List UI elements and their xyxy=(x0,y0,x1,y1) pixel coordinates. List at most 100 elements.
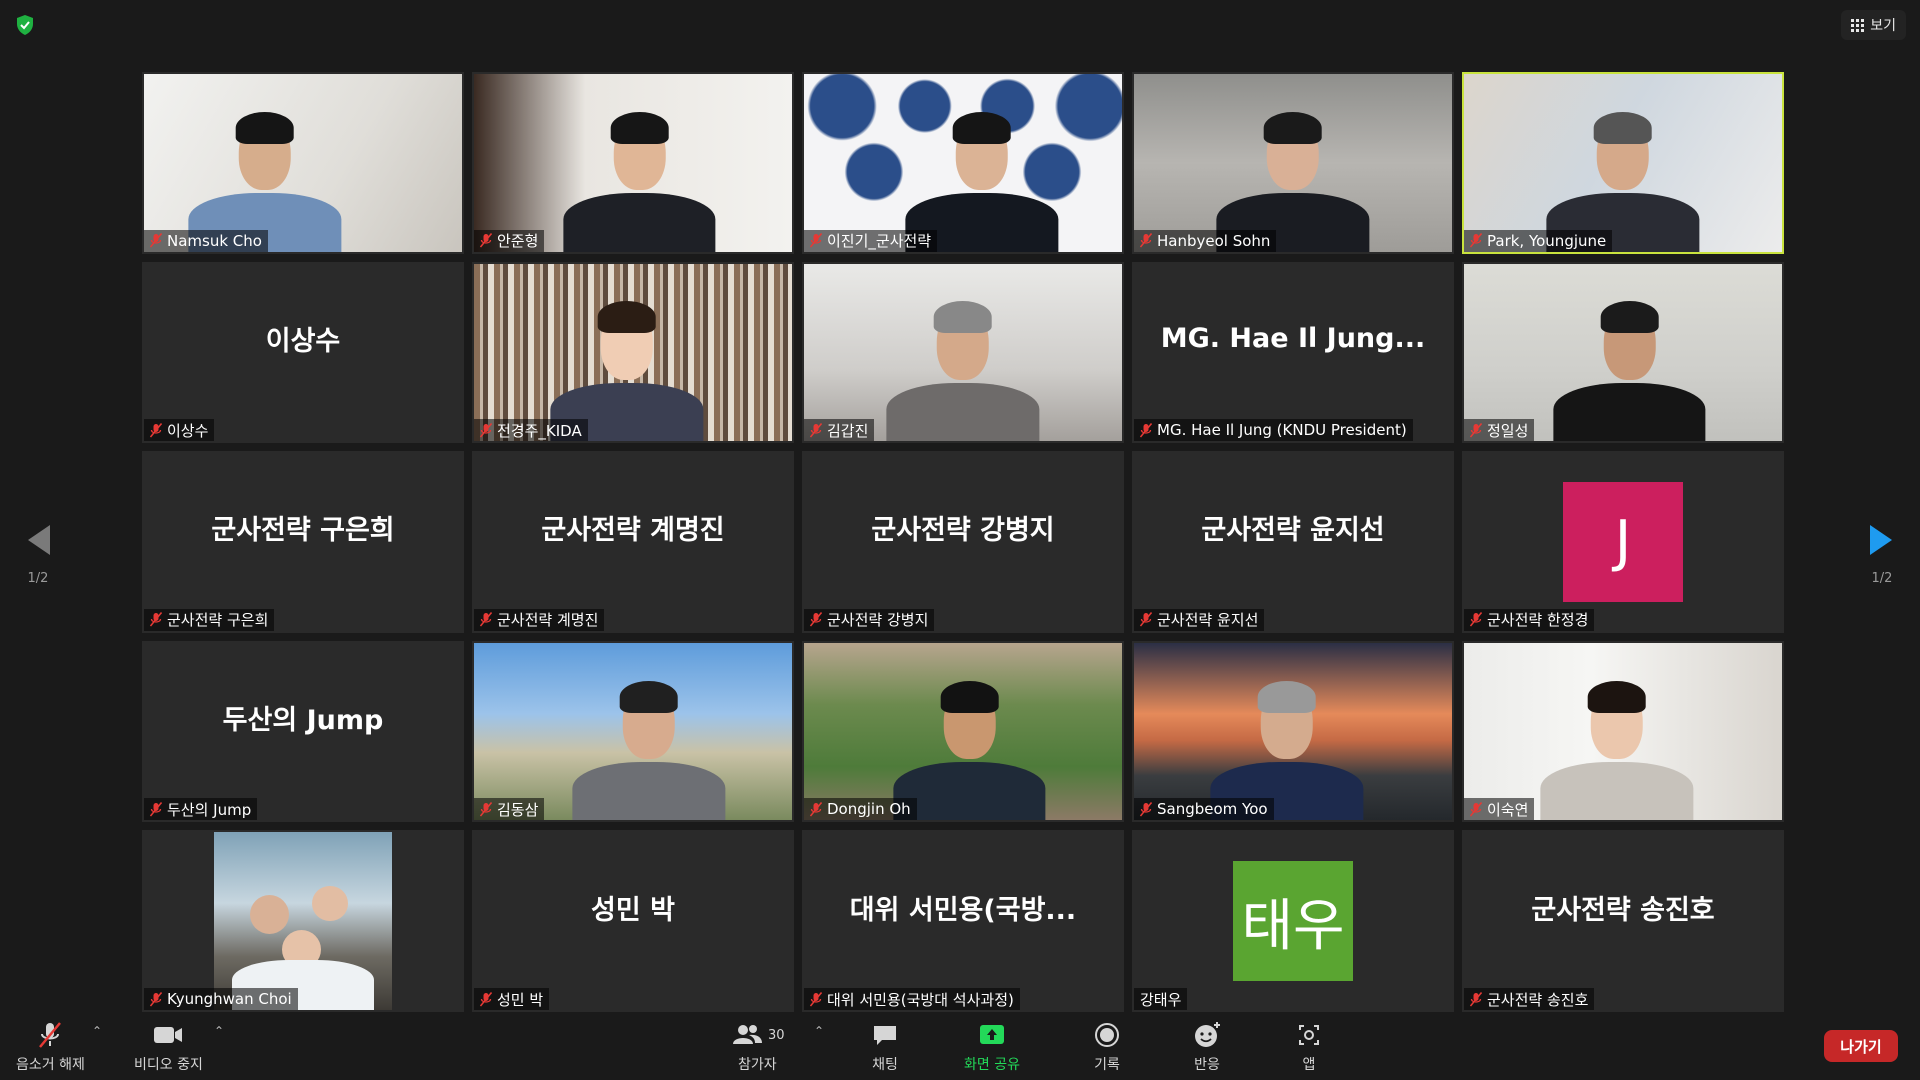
microphone-muted-icon xyxy=(1469,612,1483,627)
record-button[interactable]: 기록 xyxy=(1092,1020,1122,1074)
participant-tile[interactable]: Dongjin Oh xyxy=(802,640,1124,823)
participant-display-name: 군사전략 송진호 xyxy=(1531,894,1715,926)
security-shield-icon[interactable] xyxy=(14,14,36,36)
participant-display-name: 두산의 Jump xyxy=(222,705,384,737)
microphone-muted-icon xyxy=(479,612,493,627)
participants-options-chevron-icon[interactable]: ⌃ xyxy=(814,1024,824,1038)
participant-silhouette xyxy=(1540,675,1693,821)
microphone-muted-icon xyxy=(809,422,823,438)
participants-button[interactable]: 30 참가자 xyxy=(730,1020,785,1074)
participant-name-label: 군사전략 한정경 xyxy=(1464,608,1595,631)
participant-tile[interactable]: 정일성 xyxy=(1462,261,1784,444)
participant-name: Kyunghwan Choi xyxy=(167,990,292,1008)
participant-name: 성민 박 xyxy=(497,990,544,1009)
gallery-grid-icon xyxy=(1851,18,1865,32)
participant-name: 군사전략 한정경 xyxy=(1487,611,1589,630)
participant-tile[interactable]: 김갑진 xyxy=(802,261,1124,444)
video-options-chevron-icon[interactable]: ⌃ xyxy=(214,1024,224,1038)
participant-display-name: 성민 박 xyxy=(591,894,675,926)
chat-button[interactable]: 채팅 xyxy=(870,1020,900,1074)
participant-silhouette xyxy=(1553,296,1706,442)
participant-tile[interactable]: 군사전략 계명진 군사전략 계명진 xyxy=(472,451,794,633)
participant-tile[interactable]: 이상수 이상수 xyxy=(142,261,464,444)
participant-tile[interactable]: Kyunghwan Choi xyxy=(142,830,464,1012)
microphone-muted-icon xyxy=(1469,233,1483,248)
participant-tile[interactable]: Hanbyeol Sohn xyxy=(1132,72,1454,254)
participant-name-label: Park, Youngjune xyxy=(1464,229,1613,252)
gallery-grid: Namsuk Cho 안준형 이진기_군사전략 Hanbyeol Sohn Park, … xyxy=(142,72,1784,1012)
participant-name-label: 성민 박 xyxy=(474,988,550,1010)
apps-button[interactable]: 앱 xyxy=(1294,1020,1324,1074)
participant-tile[interactable]: 이숙연 xyxy=(1462,640,1784,823)
participant-tile[interactable]: Park, Youngjune xyxy=(1462,72,1784,254)
participant-name-label: 군사전략 구은희 xyxy=(144,608,275,631)
participant-tile[interactable]: J 군사전략 한정경 xyxy=(1462,451,1784,633)
participants-label: 참가자 xyxy=(737,1057,777,1073)
leave-meeting-button[interactable]: 나가기 xyxy=(1824,1030,1898,1062)
microphone-muted-icon xyxy=(35,1020,65,1050)
microphone-muted-icon xyxy=(1139,422,1153,438)
participant-video xyxy=(144,74,462,252)
microphone-muted-icon xyxy=(1139,801,1153,817)
share-screen-label: 화면 공유 xyxy=(964,1057,1020,1073)
participant-tile[interactable]: 군사전략 윤지선 군사전략 윤지선 xyxy=(1132,451,1454,633)
next-page-button[interactable]: 1/2 xyxy=(1862,515,1902,586)
microphone-muted-icon xyxy=(1139,233,1153,248)
participant-video xyxy=(1464,642,1782,821)
participant-tile[interactable]: 성민 박 성민 박 xyxy=(472,830,794,1012)
participant-tile[interactable]: 전경주_KIDA xyxy=(472,261,794,444)
view-button[interactable]: 보기 xyxy=(1841,10,1906,40)
participant-display-name: 대위 서민용(국방... xyxy=(849,894,1077,926)
video-camera-icon xyxy=(151,1020,185,1050)
participant-name-label: 군사전략 윤지선 xyxy=(1134,608,1265,631)
participant-tile[interactable]: 대위 서민용(국방... 대위 서민용(국방대 석사과정) xyxy=(802,830,1124,1012)
microphone-muted-icon xyxy=(149,612,163,627)
participant-name-label: Hanbyeol Sohn xyxy=(1134,229,1277,252)
participant-tile[interactable]: 김동삼 xyxy=(472,640,794,823)
share-screen-button[interactable]: 화면 공유 xyxy=(964,1020,1020,1074)
participant-tile[interactable]: MG. Hae Il Jung... MG. Hae Il Jung (KNDU … xyxy=(1132,261,1454,444)
participant-name-label: Sangbeom Yoo xyxy=(1134,798,1274,821)
reactions-button[interactable]: 반응 xyxy=(1192,1020,1222,1074)
microphone-muted-icon xyxy=(809,991,823,1007)
participant-tile[interactable]: 군사전략 구은희 군사전략 구은희 xyxy=(142,451,464,633)
participant-name-label: Dongjin Oh xyxy=(804,798,917,821)
microphone-muted-icon xyxy=(1139,612,1153,627)
participant-tile[interactable]: Sangbeom Yoo xyxy=(1132,640,1454,823)
participant-tile[interactable]: 군사전략 송진호 군사전략 송진호 xyxy=(1462,830,1784,1012)
participant-name-label: 안준형 xyxy=(474,229,545,252)
participant-name: 군사전략 구은희 xyxy=(167,611,269,630)
stop-video-button[interactable]: 비디오 중지 xyxy=(134,1020,203,1074)
participant-tile[interactable]: 두산의 Jump 두산의 Jump xyxy=(142,640,464,823)
microphone-muted-icon xyxy=(809,233,823,248)
participant-name-label: 강태우 xyxy=(1134,988,1188,1010)
page-indicator-left: 1/2 xyxy=(27,571,49,586)
unmute-label: 음소거 해제 xyxy=(16,1057,85,1073)
participant-name: Sangbeom Yoo xyxy=(1157,800,1268,819)
participant-name: 군사전략 송진호 xyxy=(1487,990,1589,1009)
participant-video xyxy=(1134,642,1452,821)
participant-name-label: 이진기_군사전략 xyxy=(804,229,938,252)
profile-photo xyxy=(213,832,393,1010)
participant-name-label: 김동삼 xyxy=(474,798,545,821)
participant-name-label: 군사전략 계명진 xyxy=(474,608,605,631)
share-screen-icon xyxy=(977,1020,1007,1050)
microphone-muted-icon xyxy=(479,422,493,438)
page-indicator-right: 1/2 xyxy=(1871,571,1893,586)
participant-name-label: 전경주_KIDA xyxy=(474,419,588,442)
previous-page-button[interactable]: 1/2 xyxy=(18,515,58,586)
audio-options-chevron-icon[interactable]: ⌃ xyxy=(92,1024,102,1038)
view-label: 보기 xyxy=(1870,18,1896,34)
apps-icon xyxy=(1294,1020,1324,1050)
participant-tile[interactable]: 군사전략 강병지 군사전략 강병지 xyxy=(802,451,1124,633)
microphone-muted-icon xyxy=(149,422,163,438)
participant-name-label: 정일성 xyxy=(1464,419,1535,442)
participant-tile[interactable]: 태우 강태우 xyxy=(1132,830,1454,1012)
unmute-button[interactable]: 음소거 해제 xyxy=(16,1020,85,1074)
participant-tile[interactable]: Namsuk Cho xyxy=(142,72,464,254)
record-label: 기록 xyxy=(1094,1057,1120,1073)
participant-tile[interactable]: 이진기_군사전략 xyxy=(802,72,1124,254)
participant-name-label: 김갑진 xyxy=(804,419,875,442)
meeting-toolbar: 음소거 해제 ⌃ 비디오 중지 ⌃ 30 참가자 ⌃ 채팅 화면 공유 기록 반… xyxy=(0,1012,1920,1080)
participant-tile[interactable]: 안준형 xyxy=(472,72,794,254)
